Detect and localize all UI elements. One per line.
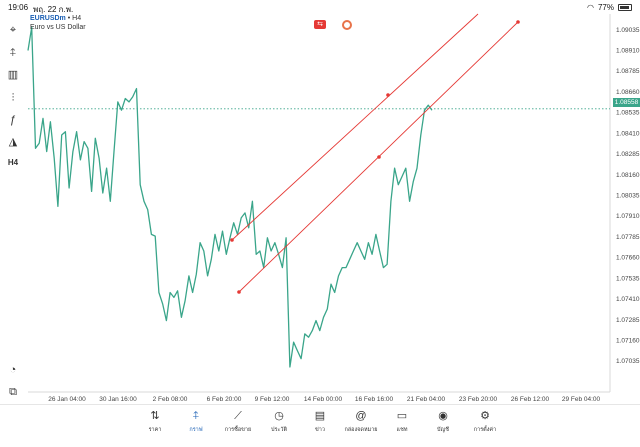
trend-anchor-point	[377, 155, 381, 159]
chart-icon: ⍏	[192, 410, 200, 422]
nav-label: ประวัติ	[270, 427, 288, 433]
indicators-icon[interactable]: ⫶	[4, 90, 22, 106]
candles-icon[interactable]: ⍏	[4, 45, 22, 61]
bottom-navigation: ⇅ ราคา ⍏ กราฟ ⟋ การซื้อขาย ◷ ประวัติ ▤ ข่าว @ กล่อง…	[0, 404, 640, 447]
nav-item-3[interactable]: ◷ ประวัติ	[259, 409, 299, 434]
x-tick-label: 26 Feb 12:00	[511, 396, 550, 403]
function-icon[interactable]: ƒ	[4, 112, 22, 128]
y-tick-label: 1.07160	[616, 338, 640, 345]
symbol-description: Euro vs US Dollar	[30, 24, 86, 31]
trade-icon: ⟋	[234, 410, 242, 422]
nav-label: การตั้งค่า	[473, 427, 497, 433]
y-tick-label: 1.07285	[616, 317, 640, 324]
y-tick-label: 1.08785	[616, 68, 640, 75]
nav-label: กราฟ	[189, 427, 203, 433]
x-tick-label: 30 Jan 16:00	[99, 396, 137, 403]
nav-label: ข่าว	[315, 427, 325, 433]
quotes-icon: ⇅	[150, 410, 160, 422]
x-tick-label: 2 Feb 08:00	[153, 396, 188, 403]
volume-icon[interactable]: ▥	[4, 67, 22, 83]
timeframe-label: • H4	[67, 15, 82, 22]
crosshair-icon[interactable]: ⌖	[4, 22, 22, 38]
x-tick-label: 26 Jan 04:00	[48, 396, 86, 403]
current-price-tag: 1.08558	[613, 98, 640, 107]
trend-anchor-point	[230, 238, 234, 242]
y-tick-label: 1.07785	[616, 234, 640, 241]
account-icon: ◉	[438, 410, 448, 422]
y-tick-label: 1.08535	[616, 110, 640, 117]
mailbox-icon: @	[355, 410, 367, 422]
y-tick-label: 1.07660	[616, 255, 640, 262]
y-tick-label: 1.07035	[616, 358, 640, 365]
nav-label: ราคา	[148, 427, 162, 433]
nav-item-8[interactable]: ⚙ การตั้งค่า	[465, 409, 505, 434]
y-tick-label: 1.08410	[616, 130, 640, 137]
y-tick-label: 1.07410	[616, 296, 640, 303]
nav-item-0[interactable]: ⇅ ราคา	[135, 409, 175, 434]
x-tick-label: 29 Feb 04:00	[562, 396, 601, 403]
trend-anchor-point	[237, 290, 241, 294]
price-series-line	[27, 26, 433, 368]
trend-anchor-point	[386, 93, 390, 97]
zoom-icon[interactable]: ◔	[4, 362, 22, 378]
y-tick-label: 1.08035	[616, 193, 640, 200]
price-chart[interactable]: 1.09035 1.08910 1.08785 1.08660 1.08535 1.084…	[0, 0, 640, 404]
x-tick-label: 9 Feb 12:00	[255, 396, 290, 403]
y-tick-label: 1.07910	[616, 213, 640, 220]
symbol-header: EURUSDm • H4	[30, 15, 81, 22]
left-toolbar: ⌖ ⍏ ▥ ⫶ ƒ ◮ H4 ◔ ⧉	[0, 14, 26, 404]
nav-label: กล่องจดหมาย	[344, 427, 378, 433]
nav-item-5[interactable]: @ กล่องจดหมาย	[341, 409, 381, 434]
objects-icon[interactable]: ◮	[4, 134, 22, 150]
exness-icon[interactable]: ⧉	[4, 384, 22, 400]
trend-line-upper	[231, 13, 479, 241]
y-tick-label: 1.07535	[616, 275, 640, 282]
nav-item-1[interactable]: ⍏ กราฟ	[176, 409, 216, 434]
refresh-icon[interactable]	[342, 20, 352, 30]
x-tick-label: 21 Feb 04:00	[407, 396, 446, 403]
history-icon: ◷	[274, 410, 284, 422]
symbol-name: EURUSDm	[30, 15, 66, 22]
one-click-trade-icon[interactable]: ⇆	[314, 20, 326, 29]
trend-anchor-point	[516, 20, 520, 24]
nav-item-6[interactable]: ▭ แชท	[382, 409, 422, 434]
y-tick-label: 1.08910	[616, 47, 640, 54]
settings-icon: ⚙	[480, 410, 490, 422]
nav-label: บัญชี	[437, 427, 449, 433]
nav-label: แชท	[396, 427, 408, 433]
nav-label: การซื้อขาย	[224, 427, 252, 433]
y-tick-label: 1.09035	[616, 27, 640, 34]
y-tick-label: 1.08660	[616, 89, 640, 96]
y-tick-label: 1.08285	[616, 151, 640, 158]
y-tick-label: 1.08160	[616, 172, 640, 179]
chat-icon: ▭	[396, 410, 408, 422]
news-icon: ▤	[314, 410, 326, 422]
x-tick-label: 14 Feb 00:00	[304, 396, 343, 403]
timeframe-icon[interactable]: H4	[4, 155, 22, 171]
nav-item-4[interactable]: ▤ ข่าว	[300, 409, 340, 434]
x-tick-label: 6 Feb 20:00	[207, 396, 242, 403]
nav-item-2[interactable]: ⟋ การซื้อขาย	[218, 409, 258, 434]
x-tick-label: 16 Feb 16:00	[355, 396, 394, 403]
top-buttons: ⇆	[314, 20, 352, 30]
x-tick-label: 23 Feb 20:00	[459, 396, 498, 403]
nav-item-7[interactable]: ◉ บัญชี	[423, 409, 463, 434]
